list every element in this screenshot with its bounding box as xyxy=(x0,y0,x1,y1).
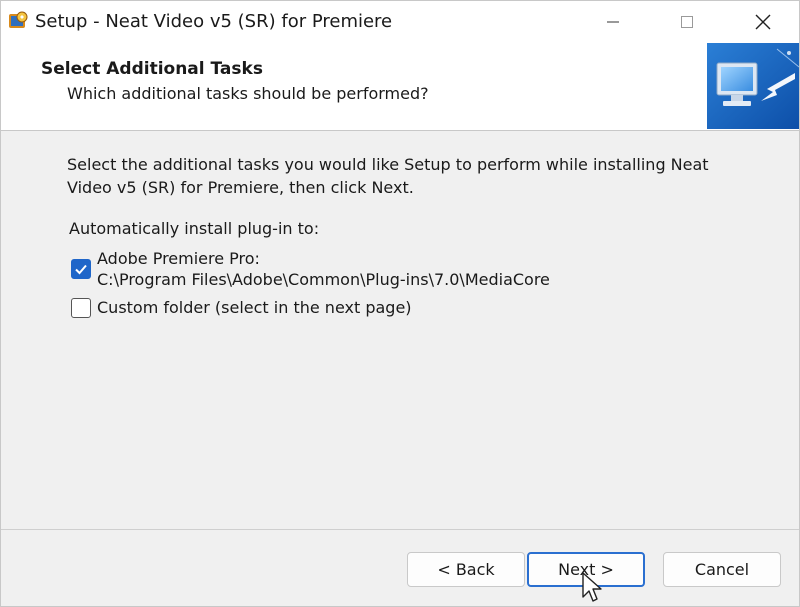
maximize-button[interactable] xyxy=(655,1,719,43)
premiere-pro-checkbox[interactable] xyxy=(71,259,91,279)
close-icon xyxy=(755,14,771,30)
mouse-pointer-icon xyxy=(582,572,602,602)
custom-folder-text: Custom folder (select in the next page) xyxy=(97,297,412,318)
custom-folder-label: Custom folder (select in the next page) xyxy=(97,298,412,317)
window-title: Setup - Neat Video v5 (SR) for Premiere xyxy=(35,11,393,32)
setup-window: Setup - Neat Video v5 (SR) for Premiere … xyxy=(0,0,800,607)
close-button[interactable] xyxy=(731,1,795,43)
setup-app-icon xyxy=(7,10,29,32)
checkmark-icon xyxy=(75,264,87,275)
premiere-pro-label: Adobe Premiere Pro: xyxy=(97,249,260,268)
custom-folder-checkbox[interactable] xyxy=(71,298,91,318)
monitor-arrow-icon xyxy=(707,43,800,129)
premiere-pro-path: C:\Program Files\Adobe\Common\Plug-ins\7… xyxy=(97,270,550,289)
minimize-icon xyxy=(607,21,619,23)
page-title: Select Additional Tasks xyxy=(41,59,263,79)
maximize-icon xyxy=(681,16,693,28)
footer-divider xyxy=(1,529,799,530)
minimize-button[interactable] xyxy=(581,1,645,43)
task-description: Select the additional tasks you would li… xyxy=(67,155,709,197)
page-subtitle: Which additional tasks should be perform… xyxy=(67,84,429,103)
premiere-pro-option[interactable]: Adobe Premiere Pro: C:\Program Files\Ado… xyxy=(71,248,550,290)
custom-folder-option[interactable]: Custom folder (select in the next page) xyxy=(71,297,412,318)
cancel-button[interactable]: Cancel xyxy=(663,552,781,587)
title-bar[interactable]: Setup - Neat Video v5 (SR) for Premiere xyxy=(1,1,799,43)
install-plugin-label: Automatically install plug-in to: xyxy=(69,219,320,238)
premiere-pro-text: Adobe Premiere Pro: C:\Program Files\Ado… xyxy=(97,248,550,290)
back-button[interactable]: < Back xyxy=(407,552,525,587)
wizard-header: Select Additional Tasks Which additional… xyxy=(1,43,800,131)
